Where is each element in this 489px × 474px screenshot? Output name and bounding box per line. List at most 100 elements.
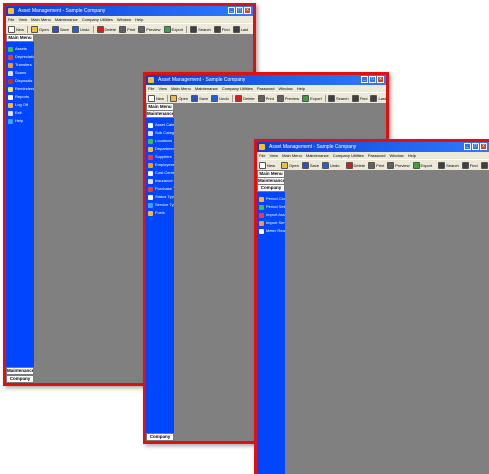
toolbar-undo-button[interactable]: Undo bbox=[321, 161, 340, 169]
toolbar-export-button[interactable]: Export bbox=[302, 94, 322, 102]
menu-item-view[interactable]: View bbox=[269, 152, 278, 159]
menu-item-company-utilities[interactable]: Company Utilities bbox=[82, 16, 113, 23]
sidebar-item-suppliers[interactable]: Suppliers bbox=[146, 153, 174, 161]
sidebar-item-meter-readings[interactable]: Meter Readings bbox=[257, 227, 285, 235]
sidebar-item-depreciation[interactable]: Depreciation bbox=[6, 53, 34, 61]
section-header-company-utilities[interactable]: Company Utilities bbox=[6, 375, 34, 383]
menu-item-window[interactable]: Window bbox=[278, 85, 292, 92]
menu-item-main-menu[interactable]: Main Menu bbox=[171, 85, 191, 92]
toolbar-save-button[interactable]: Save bbox=[51, 25, 69, 33]
toolbar-open-button[interactable]: Open bbox=[31, 25, 49, 33]
toolbar-delete-button[interactable]: Delete bbox=[96, 25, 116, 33]
close-button[interactable]: x bbox=[377, 76, 384, 83]
menu-item-main-menu[interactable]: Main Menu bbox=[282, 152, 302, 159]
toolbar-undo-button[interactable]: Undo bbox=[71, 25, 90, 33]
section-header-maintenance[interactable]: Maintenance bbox=[6, 367, 34, 375]
sidebar-item-log-off[interactable]: Log Off bbox=[6, 101, 34, 109]
section-header-maintenance[interactable]: Maintenance bbox=[257, 178, 285, 185]
toolbar-new-button[interactable]: New bbox=[8, 25, 24, 33]
menu-item-maintenance[interactable]: Maintenance bbox=[55, 16, 78, 23]
toolbar-undo-button[interactable]: Undo bbox=[211, 94, 229, 102]
toolbar-last-button[interactable]: Last bbox=[232, 25, 248, 33]
section-header-main-menu[interactable]: Main Menu bbox=[6, 34, 34, 42]
toolbar-save-button[interactable]: Save bbox=[191, 94, 208, 102]
section-header-company-utilities[interactable]: Company Utilities bbox=[257, 185, 285, 192]
sidebar-item-locations[interactable]: Locations bbox=[146, 137, 174, 145]
toolbar-new-button[interactable]: New bbox=[259, 161, 275, 169]
menu-item-password[interactable]: Password bbox=[368, 152, 386, 159]
sidebar-item-employees[interactable]: Employees bbox=[146, 161, 174, 169]
menu-item-file[interactable]: File bbox=[148, 85, 154, 92]
toolbar-print-button[interactable]: Print bbox=[119, 25, 135, 33]
toolbar-preview-button[interactable]: Preview bbox=[138, 25, 161, 33]
toolbar-export-button[interactable]: Export bbox=[163, 25, 183, 33]
toolbar-print-button[interactable]: Print bbox=[368, 161, 384, 169]
sidebar-item-disposals[interactable]: Disposals bbox=[6, 77, 34, 85]
sidebar-item-asset-categories[interactable]: Asset Categories bbox=[146, 121, 174, 129]
toolbar-delete-button[interactable]: Delete bbox=[235, 94, 255, 102]
sidebar-item-period-setup[interactable]: Period Setup bbox=[257, 203, 285, 211]
menu-item-company-utilities[interactable]: Company Utilities bbox=[222, 85, 253, 92]
toolbar-print-button[interactable]: Print bbox=[257, 94, 274, 102]
sidebar-item-exit[interactable]: Exit bbox=[6, 109, 34, 117]
sidebar-item-reminders[interactable]: Reminders bbox=[6, 85, 34, 93]
sidebar-item-insurance-cos-[interactable]: Insurance Cos. bbox=[146, 177, 174, 185]
maximize-button[interactable]: □ bbox=[472, 143, 479, 150]
sidebar-item-cost-centres[interactable]: Cost Centres bbox=[146, 169, 174, 177]
toolbar-preview-button[interactable]: Preview bbox=[387, 161, 410, 169]
toolbar-search-button[interactable]: Search bbox=[438, 161, 459, 169]
minimize-button[interactable]: _ bbox=[464, 143, 471, 150]
toolbar-preview-button[interactable]: Preview bbox=[276, 94, 299, 102]
sidebar-item-period-close[interactable]: Period Close bbox=[257, 195, 285, 203]
sidebar-item-transfers[interactable]: Transfers bbox=[6, 61, 34, 69]
toolbar-save-button[interactable]: Save bbox=[301, 161, 319, 169]
menu-item-maintenance[interactable]: Maintenance bbox=[195, 85, 218, 92]
toolbar-last-button[interactable]: Last bbox=[480, 161, 489, 169]
menu-item-help[interactable]: Help bbox=[297, 85, 305, 92]
toolbar-find-button[interactable]: Find bbox=[213, 25, 230, 33]
toolbar-last-button[interactable]: Last bbox=[370, 94, 386, 102]
section-header-main-menu[interactable]: Main Menu bbox=[146, 103, 174, 111]
section-header-maintenance[interactable]: Maintenance bbox=[146, 111, 174, 118]
sidebar-item-fuels[interactable]: Fuels bbox=[146, 209, 174, 217]
menu-item-help[interactable]: Help bbox=[408, 152, 416, 159]
toolbar-delete-button[interactable]: Delete bbox=[345, 161, 365, 169]
maximize-button[interactable]: □ bbox=[236, 7, 243, 14]
toolbar-new-button[interactable]: New bbox=[148, 94, 164, 102]
menu-item-help[interactable]: Help bbox=[135, 16, 143, 23]
menu-item-maintenance[interactable]: Maintenance bbox=[306, 152, 329, 159]
menu-item-password[interactable]: Password bbox=[257, 85, 275, 92]
toolbar-search-button[interactable]: Search bbox=[190, 25, 211, 33]
sidebar-item-reports[interactable]: Reports bbox=[6, 93, 34, 101]
toolbar-search-button[interactable]: Search bbox=[327, 94, 349, 102]
toolbar-open-button[interactable]: Open bbox=[170, 94, 188, 102]
sidebar-item-import-assets[interactable]: Import Assets bbox=[257, 211, 285, 219]
sidebar-item-scans[interactable]: Scans bbox=[6, 69, 34, 77]
sidebar-item-departments[interactable]: Departments bbox=[146, 145, 174, 153]
toolbar-find-button[interactable]: Find bbox=[461, 161, 478, 169]
menu-item-view[interactable]: View bbox=[18, 16, 27, 23]
sidebar-item-import-services[interactable]: Import Services bbox=[257, 219, 285, 227]
close-button[interactable]: x bbox=[244, 7, 251, 14]
menu-item-file[interactable]: File bbox=[8, 16, 14, 23]
menu-item-window[interactable]: Window bbox=[389, 152, 403, 159]
toolbar-open-button[interactable]: Open bbox=[281, 161, 299, 169]
menu-item-window[interactable]: Window bbox=[117, 16, 131, 23]
maximize-button[interactable]: □ bbox=[369, 76, 376, 83]
sidebar-item-help[interactable]: Help bbox=[6, 117, 34, 125]
menu-item-main-menu[interactable]: Main Menu bbox=[31, 16, 51, 23]
section-header-company-utilities[interactable]: Company Utilities bbox=[146, 433, 174, 441]
sidebar-item-purchase-types[interactable]: Purchase Types bbox=[146, 185, 174, 193]
minimize-button[interactable]: _ bbox=[361, 76, 368, 83]
sidebar-item-assets[interactable]: Assets bbox=[6, 45, 34, 53]
menu-item-company-utilities[interactable]: Company Utilities bbox=[333, 152, 364, 159]
sidebar-item-sub-categories[interactable]: Sub Categories bbox=[146, 129, 174, 137]
sidebar-item-service-type[interactable]: Service Type bbox=[146, 201, 174, 209]
toolbar-export-button[interactable]: Export bbox=[412, 161, 432, 169]
section-header-main-menu[interactable]: Main Menu bbox=[257, 170, 285, 178]
sidebar-item-status-types[interactable]: Status Types bbox=[146, 193, 174, 201]
toolbar-find-button[interactable]: Find bbox=[351, 94, 367, 102]
menu-item-file[interactable]: File bbox=[259, 152, 265, 159]
minimize-button[interactable]: _ bbox=[228, 7, 235, 14]
close-button[interactable]: x bbox=[480, 143, 487, 150]
